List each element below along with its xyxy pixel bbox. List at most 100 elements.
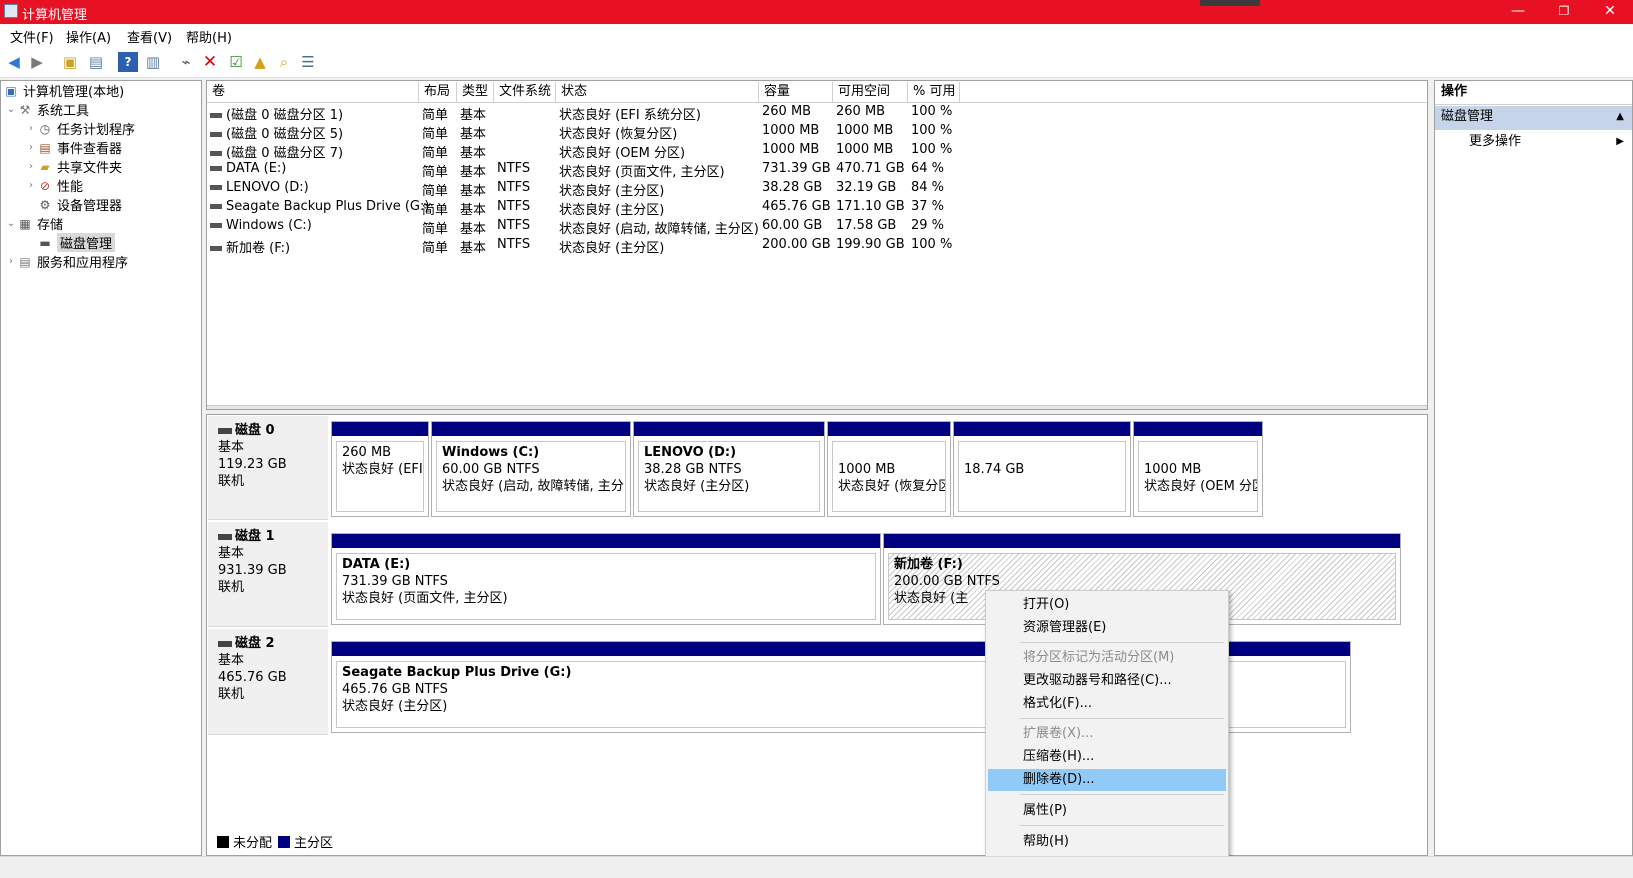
forward-icon[interactable]: ▶ — [27, 52, 47, 72]
chevron-right-icon[interactable]: › — [25, 123, 37, 134]
table-cell: 260 MB — [762, 104, 812, 119]
menu-change-drive-letter[interactable]: 更改驱动器号和路径(C)... — [988, 670, 1226, 692]
menu-help[interactable]: 帮助(H) — [186, 27, 232, 46]
show-hide-tree-icon[interactable]: ▤ — [86, 52, 106, 72]
table-cell: (磁盘 0 磁盘分区 7) — [210, 142, 343, 161]
close-button[interactable]: ✕ — [1587, 0, 1633, 24]
tree-system-tools[interactable]: ⌄ ⚒ 系统工具 — [5, 100, 89, 120]
column-header-percent-free[interactable]: % 可用 — [908, 82, 960, 102]
table-row[interactable]: LENOVO (D:) 简单 基本 NTFS 状态良好 (主分区) 38.28 GB 32.… — [207, 179, 1427, 199]
tree-root[interactable]: ▣ 计算机管理(本地) — [3, 81, 124, 101]
column-header-volume[interactable]: 卷 — [207, 82, 419, 102]
partition-data-e[interactable]: DATA (E:) 731.39 GB NTFS 状态良好 (页面文件, 主分区… — [331, 533, 881, 625]
table-cell: 基本 — [460, 127, 487, 142]
menu-shrink-volume[interactable]: 压缩卷(H)... — [988, 746, 1226, 768]
chevron-right-icon[interactable]: › — [25, 142, 37, 153]
delete-icon[interactable]: ✕ — [200, 52, 220, 72]
table-row[interactable]: (磁盘 0 磁盘分区 7) 简单 基本 状态良好 (OEM 分区) 1000 MB 100… — [207, 141, 1427, 161]
menu-action[interactable]: 操作(A) — [66, 27, 111, 46]
chevron-right-icon[interactable]: › — [25, 180, 37, 191]
minimize-button[interactable]: — — [1495, 0, 1541, 24]
tree-performance[interactable]: › ⊘ 性能 — [25, 176, 83, 196]
table-row[interactable]: Windows (C:) 简单 基本 NTFS 状态良好 (启动, 故障转储, 主分区)… — [207, 217, 1427, 237]
partition-disk0-efi[interactable]: 260 MB 状态良好 (EFI 系 — [331, 421, 429, 517]
tree-services[interactable]: › ▤ 服务和应用程序 — [5, 252, 128, 272]
search-folder-icon[interactable]: ⌕ — [274, 52, 294, 72]
more-actions[interactable]: 更多操作 ▶ — [1435, 131, 1632, 155]
menu-bar: 文件(F) 操作(A) 查看(V) 帮助(H) — [0, 24, 1633, 46]
table-cell: 基本 — [460, 241, 487, 256]
partition-disk0-18gb[interactable]: 18.74 GB — [953, 421, 1131, 517]
table-cell: 29 % — [911, 218, 945, 233]
table-cell: 状态良好 (主分区) — [559, 241, 665, 256]
table-cell: 简单 — [422, 165, 449, 180]
table-row[interactable]: DATA (E:) 简单 基本 NTFS 状态良好 (页面文件, 主分区) 731.39 … — [207, 160, 1427, 180]
table-cell: NTFS — [497, 161, 531, 176]
chevron-down-icon[interactable]: ⌄ — [5, 218, 17, 229]
tree-disk-management[interactable]: ▬ 磁盘管理 — [37, 233, 116, 252]
menu-help[interactable]: 帮助(H) — [988, 831, 1226, 853]
check-icon[interactable]: ☑ — [226, 52, 246, 72]
disk-0-label[interactable]: 磁盘 0 基本 119.23 GB 联机 — [208, 416, 328, 520]
list-view-icon[interactable]: ☰ — [298, 52, 318, 72]
menu-format[interactable]: 格式化(F)... — [988, 693, 1226, 715]
table-row[interactable]: Seagate Backup Plus Drive (G:) 简单 基本 NTFS 状态… — [207, 198, 1427, 218]
table-cell: 100 % — [911, 104, 953, 119]
column-header-free-space[interactable]: 可用空间 — [833, 82, 908, 102]
disk-1-label[interactable]: 磁盘 1 基本 931.39 GB 联机 — [208, 522, 328, 627]
up-folder-icon[interactable]: ▣ — [60, 52, 80, 72]
partition-disk0-oem[interactable]: 1000 MB 状态良好 (OEM 分区 — [1133, 421, 1263, 517]
context-menu: 打开(O) 资源管理器(E) 将分区标记为活动分区(M) 更改驱动器号和路径(C… — [985, 590, 1229, 862]
table-row[interactable]: (磁盘 0 磁盘分区 1) 简单 基本 状态良好 (EFI 系统分区) 260 MB 26… — [207, 103, 1427, 123]
partition-disk0-recovery[interactable]: 1000 MB 状态良好 (恢复分区 — [827, 421, 951, 517]
table-cell: 84 % — [911, 180, 945, 195]
title-grip — [1200, 0, 1260, 6]
menu-view[interactable]: 查看(V) — [127, 27, 172, 46]
computer-management-icon — [4, 4, 18, 18]
menu-properties[interactable]: 属性(P) — [988, 800, 1226, 822]
table-cell: 60.00 GB — [762, 218, 823, 233]
partition-lenovo-d[interactable]: LENOVO (D:) 38.28 GB NTFS 状态良好 (主分区) — [633, 421, 825, 517]
chevron-down-icon[interactable]: ⌄ — [5, 104, 17, 115]
tree-event-viewer[interactable]: › ▤ 事件查看器 — [25, 138, 122, 158]
volume-icon — [210, 132, 222, 137]
column-header-type[interactable]: 类型 — [457, 82, 494, 102]
tree-task-scheduler[interactable]: › ◷ 任务计划程序 — [25, 119, 135, 139]
menu-delete-volume[interactable]: 删除卷(D)... — [988, 769, 1226, 791]
horizontal-scrollbar[interactable] — [207, 405, 1427, 409]
table-row[interactable]: 新加卷 (F:) 简单 基本 NTFS 状态良好 (主分区) 200.00 GB 199.9… — [207, 236, 1427, 256]
table-cell: NTFS — [497, 237, 531, 252]
help-icon[interactable]: ? — [118, 52, 138, 72]
tree-device-manager[interactable]: ⚙ 设备管理器 — [37, 195, 122, 215]
table-cell: 基本 — [460, 165, 487, 180]
menu-file[interactable]: 文件(F) — [10, 27, 54, 46]
table-cell: 100 % — [911, 142, 953, 157]
disk-2-label[interactable]: 磁盘 2 基本 465.76 GB 联机 — [208, 629, 328, 735]
column-header-status[interactable]: 状态 — [556, 82, 759, 102]
actions-pane: 操作 磁盘管理 ▲ 更多操作 ▶ — [1434, 80, 1633, 856]
column-header-capacity[interactable]: 容量 — [759, 82, 833, 102]
connect-icon[interactable]: ⌁ — [176, 52, 196, 72]
partition-windows-c[interactable]: Windows (C:) 60.00 GB NTFS 状态良好 (启动, 故障转… — [431, 421, 631, 517]
properties-pane-icon[interactable]: ▥ — [143, 52, 163, 72]
table-row[interactable]: (磁盘 0 磁盘分区 5) 简单 基本 状态良好 (恢复分区) 1000 MB 1000 … — [207, 122, 1427, 142]
table-cell: 状态良好 (启动, 故障转储, 主分区) — [559, 222, 759, 237]
menu-open[interactable]: 打开(O) — [988, 594, 1226, 616]
folder-icon[interactable]: ▲ — [250, 52, 270, 72]
actions-section-disk-management[interactable]: 磁盘管理 ▲ — [1435, 106, 1632, 130]
chevron-right-icon[interactable]: › — [5, 256, 17, 267]
back-icon[interactable]: ◀ — [4, 52, 24, 72]
collapse-icon[interactable]: ▲ — [1616, 106, 1624, 128]
tree-shared-folders[interactable]: › ▰ 共享文件夹 — [25, 157, 122, 177]
table-cell: 171.10 GB — [836, 199, 905, 214]
column-header-filesystem[interactable]: 文件系统 — [494, 82, 556, 102]
restore-button[interactable]: ❐ — [1541, 0, 1587, 24]
menu-explorer[interactable]: 资源管理器(E) — [988, 617, 1226, 639]
chevron-right-icon[interactable]: › — [25, 161, 37, 172]
tree-storage[interactable]: ⌄ ▦ 存储 — [5, 214, 63, 234]
table-cell: (磁盘 0 磁盘分区 5) — [210, 123, 343, 142]
table-cell: 简单 — [422, 222, 449, 237]
column-header-layout[interactable]: 布局 — [419, 82, 457, 102]
volume-icon — [210, 113, 222, 118]
computer-management-icon: ▣ — [5, 83, 17, 98]
